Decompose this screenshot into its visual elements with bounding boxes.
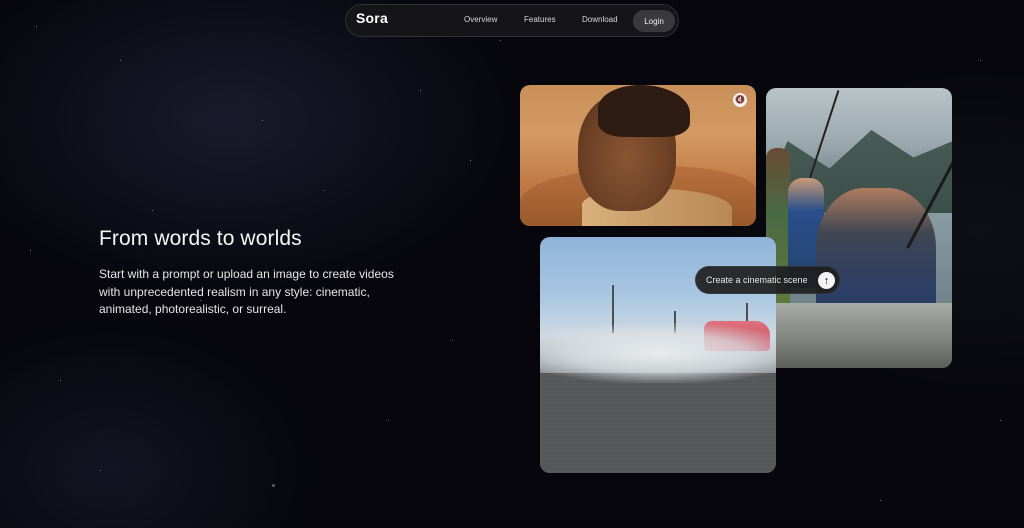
tire-smoke — [540, 323, 776, 383]
page: Sora Overview Features Download Login Fr… — [0, 0, 1024, 528]
video-card-desert[interactable]: 🔇 — [520, 85, 756, 226]
nav-link-features[interactable]: Features — [524, 15, 556, 24]
boat — [766, 303, 952, 368]
man-hair — [598, 85, 690, 137]
top-nav: Sora Overview Features Download Login — [345, 4, 679, 37]
hero-title: From words to worlds — [99, 227, 302, 250]
asphalt — [540, 373, 776, 473]
login-button[interactable]: Login — [633, 10, 675, 32]
muted-speaker-icon[interactable]: 🔇 — [733, 93, 747, 107]
nav-link-download[interactable]: Download — [582, 15, 618, 24]
sora-logo[interactable]: Sora — [356, 10, 388, 26]
prompt-placeholder: Create a cinematic scene — [706, 275, 808, 285]
hero-description: Start with a prompt or upload an image t… — [99, 267, 394, 316]
video-card-fishing[interactable] — [766, 88, 952, 368]
nav-link-overview[interactable]: Overview — [464, 15, 497, 24]
arrow-up-icon[interactable]: ↑ — [818, 272, 835, 289]
prompt-input[interactable]: Create a cinematic scene ↑ — [695, 266, 840, 294]
